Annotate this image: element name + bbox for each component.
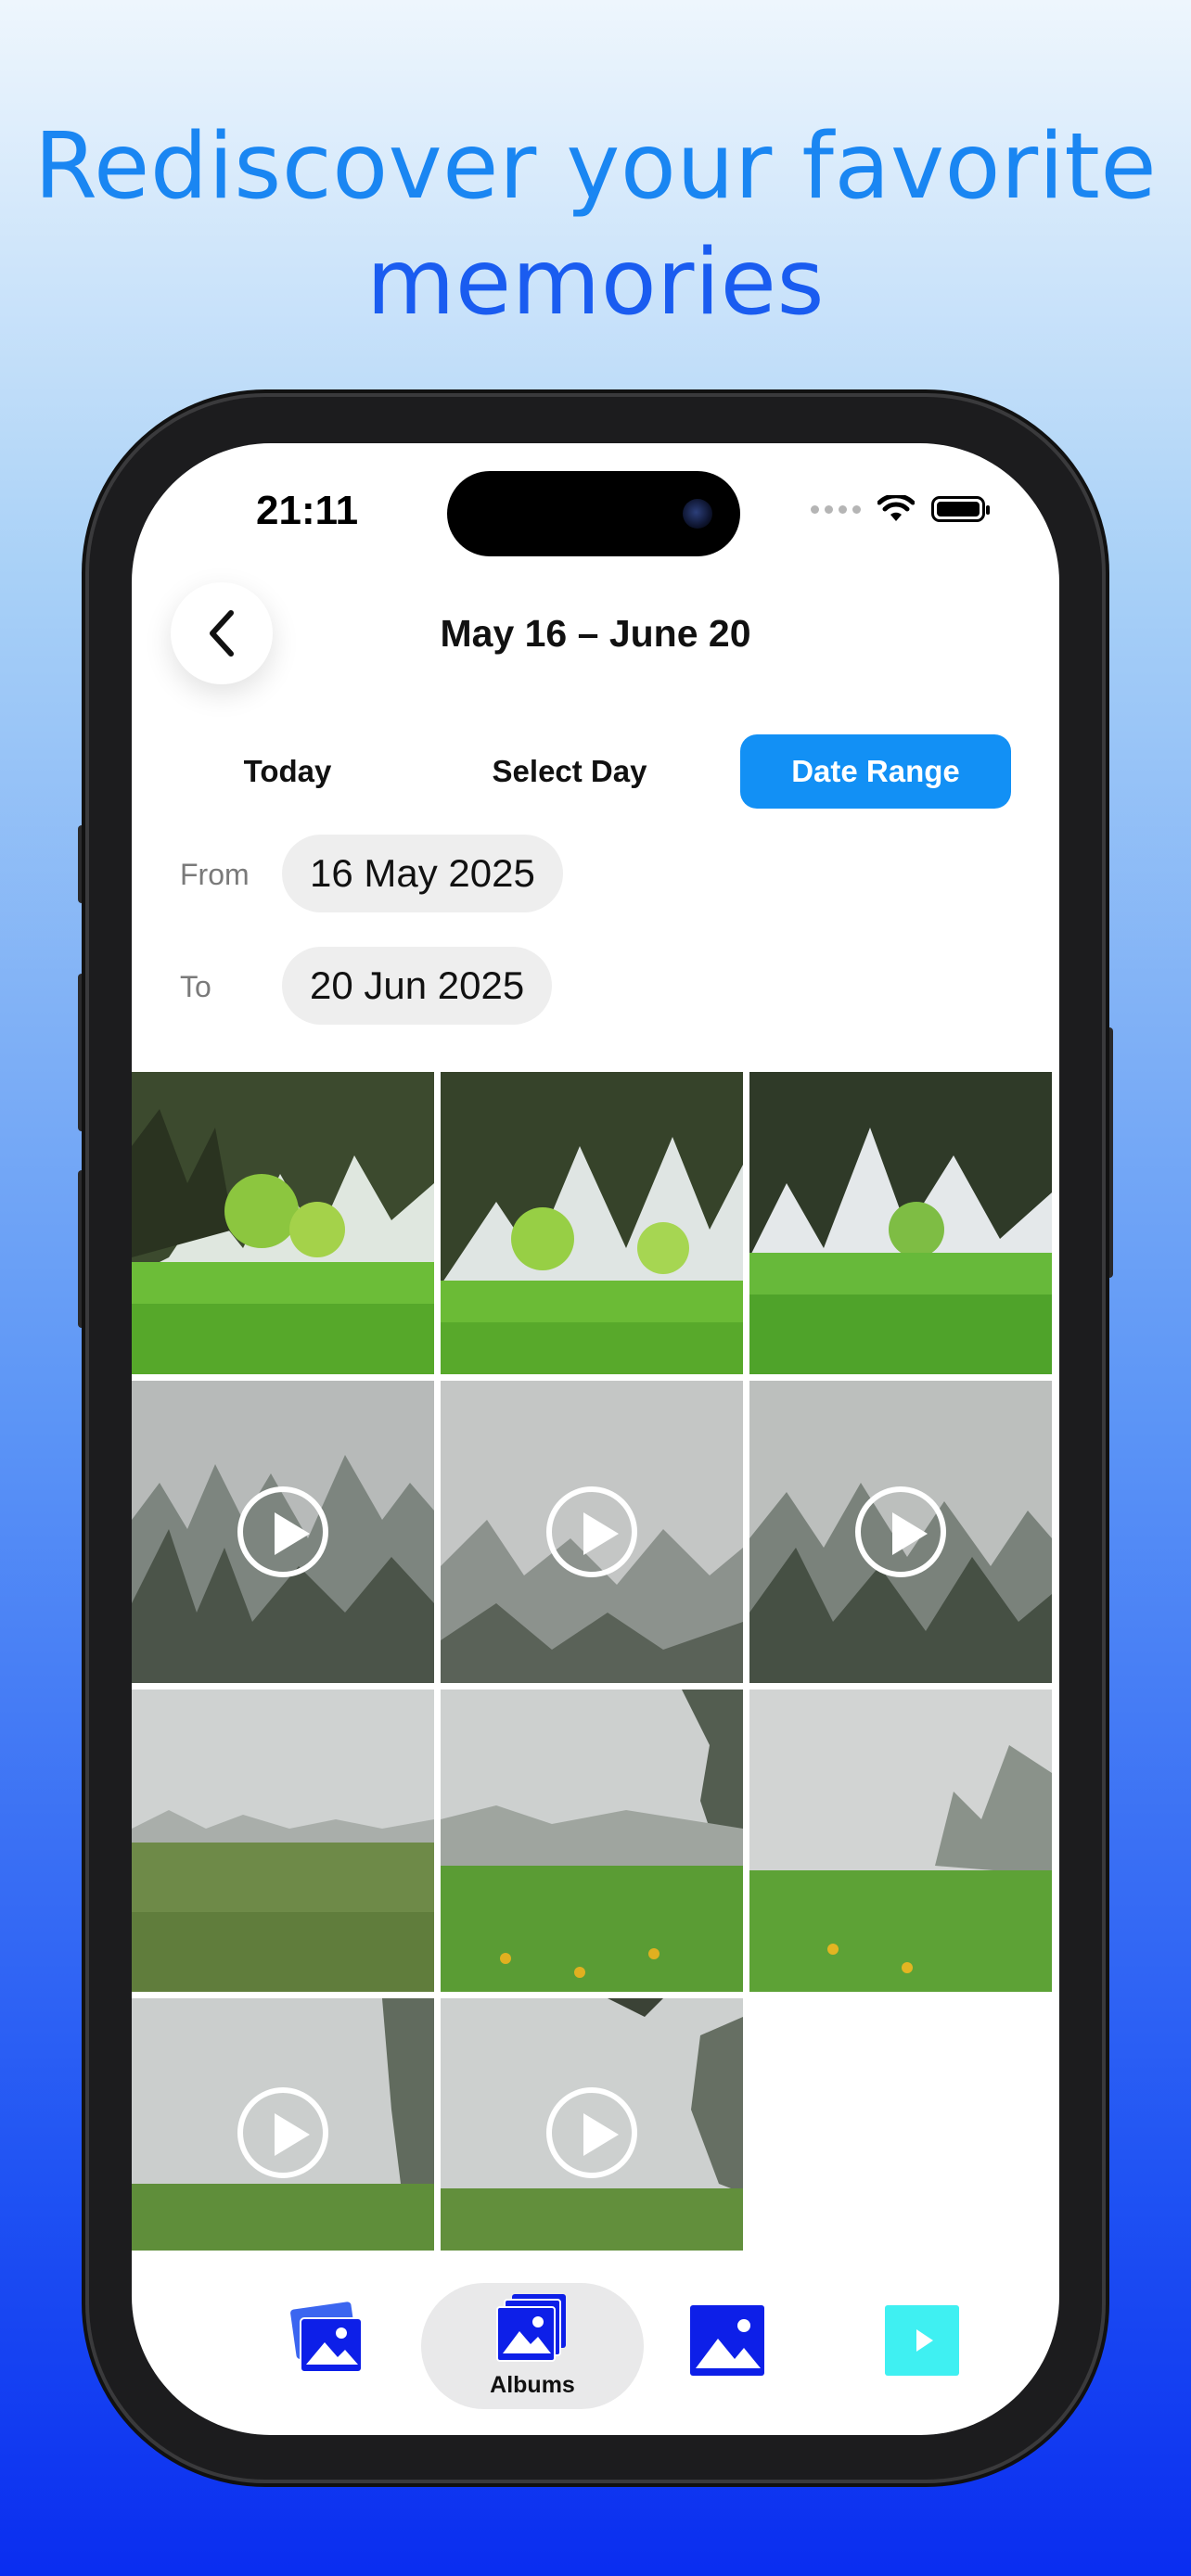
- segment-date-range[interactable]: Date Range: [740, 734, 1011, 809]
- dynamic-island: [447, 471, 740, 556]
- tab-photo[interactable]: [688, 2303, 766, 2381]
- battery-icon: [931, 496, 990, 522]
- photo-icon: [690, 2305, 764, 2376]
- tab-albums-label: Albums: [490, 2372, 575, 2398]
- photo-thumbnail[interactable]: [749, 1690, 1052, 1992]
- foggy-meadow-photo: [749, 1690, 1052, 1992]
- albums-icon: [496, 2294, 566, 2362]
- play-icon: [546, 1486, 637, 1577]
- photo-thumbnail[interactable]: [132, 1072, 434, 1374]
- headline-line-1: Rediscover your favorite: [33, 114, 1158, 220]
- video-thumbnail[interactable]: [132, 1381, 434, 1683]
- page-title: May 16 – June 20: [440, 612, 751, 655]
- forest-photo: [749, 1072, 1052, 1374]
- segment-today[interactable]: Today: [169, 734, 406, 809]
- foggy-meadow-photo: [132, 1690, 434, 1992]
- photo-thumbnail[interactable]: [132, 1690, 434, 1992]
- tab-videos[interactable]: [883, 2303, 961, 2381]
- camera-icon: [683, 499, 712, 529]
- from-label: From: [180, 858, 250, 891]
- status-time: 21:11: [256, 488, 359, 533]
- play-icon: [546, 2087, 637, 2178]
- headline-line-2: memories: [365, 230, 826, 336]
- forest-photo: [132, 1072, 434, 1374]
- photo-thumbnail[interactable]: [441, 1690, 743, 1992]
- to-date-picker[interactable]: 20 Jun 2025: [282, 947, 553, 1025]
- video-play-icon: [885, 2305, 959, 2376]
- tab-bar: Albums: [169, 2250, 1022, 2417]
- play-icon: [855, 1486, 946, 1577]
- video-thumbnail[interactable]: [441, 1998, 743, 2251]
- play-icon: [237, 2087, 328, 2178]
- promo-headline: Rediscover your favorite memories: [0, 109, 1191, 341]
- to-label: To: [180, 970, 211, 1003]
- video-thumbnail[interactable]: [132, 1998, 434, 2251]
- foggy-meadow-photo: [441, 1690, 743, 1992]
- status-icons: [811, 495, 990, 523]
- photo-thumbnail[interactable]: [441, 1072, 743, 1374]
- tab-albums[interactable]: [493, 2290, 571, 2368]
- photo-thumbnail[interactable]: [749, 1072, 1052, 1374]
- tab-photos[interactable]: [288, 2300, 365, 2378]
- power-button: [1100, 1027, 1113, 1278]
- video-thumbnail[interactable]: [749, 1381, 1052, 1683]
- wifi-icon: [877, 495, 915, 521]
- play-icon: [237, 1486, 328, 1577]
- segment-select-day[interactable]: Select Day: [451, 734, 688, 809]
- from-date-picker[interactable]: 16 May 2025: [282, 835, 563, 912]
- forest-photo: [441, 1072, 743, 1374]
- photo-grid: [132, 1072, 1059, 2251]
- photos-stack-icon: [290, 2302, 363, 2373]
- cellular-signal-icon: [811, 504, 861, 514]
- video-thumbnail[interactable]: [441, 1381, 743, 1683]
- phone-screen: 21:11 May 16 – June 20 Today Select Day …: [132, 443, 1059, 2435]
